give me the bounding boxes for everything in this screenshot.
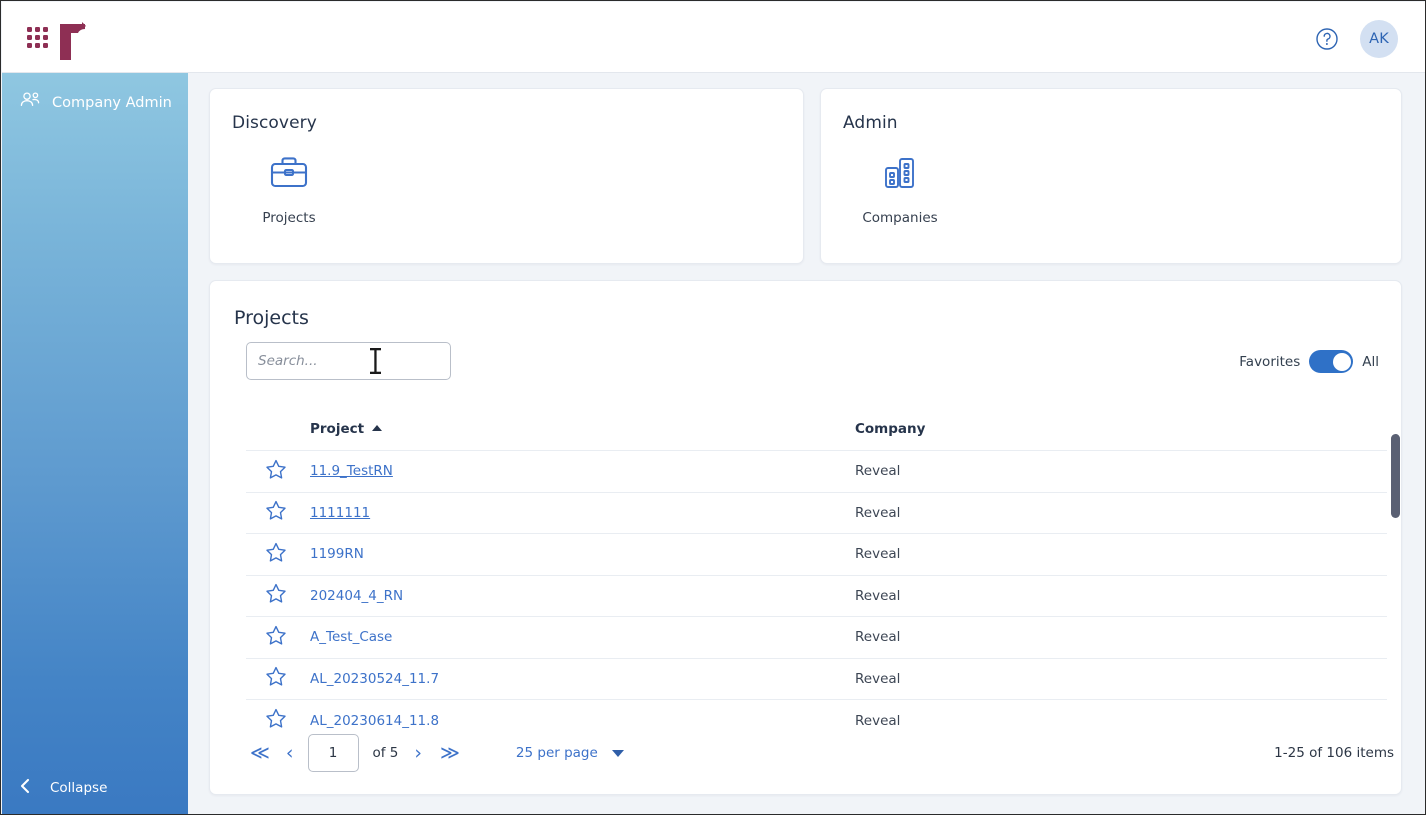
tile-projects-label: Projects: [262, 210, 316, 226]
project-name-cell: A_Test_Case: [310, 616, 855, 658]
project-name-cell: AL_20230524_11.7: [310, 657, 855, 700]
star-outline-icon[interactable]: [265, 459, 287, 484]
application-window: AK Company Admin Collapse Discovery Proj…: [0, 0, 1426, 815]
main-content: Discovery Projects Admin Companies Proje…: [188, 73, 1425, 814]
search-input[interactable]: [246, 342, 451, 380]
favorite-cell: [246, 491, 310, 534]
company-name-cell: Reveal: [855, 616, 1387, 658]
project-link[interactable]: AL_20230524_11.7: [310, 671, 439, 687]
project-link[interactable]: 1111111: [310, 505, 370, 521]
scrollbar-thumb[interactable]: [1391, 434, 1400, 518]
favorites-all-toggle-group: Favorites All: [1239, 350, 1379, 373]
per-page-label: 25 per page: [515, 745, 598, 761]
buildings-icon: [880, 153, 920, 197]
favorite-cell: [246, 657, 310, 700]
project-name-cell: 1199RN: [310, 533, 855, 575]
table-row: 1199RN Reveal: [246, 533, 1387, 575]
card-admin-title: Admin: [843, 113, 898, 133]
sidebar-item-label: Company Admin: [52, 95, 172, 111]
project-link[interactable]: 11.9_TestRN: [310, 463, 393, 479]
project-name-cell: 11.9_TestRN: [310, 450, 855, 492]
column-header-project-label: Project: [310, 421, 365, 437]
top-bar: AK: [2, 2, 1425, 73]
project-name-cell: 202404_4_RN: [310, 574, 855, 617]
toggle-label-favorites: Favorites: [1239, 353, 1301, 370]
toggle-label-all: All: [1362, 353, 1379, 370]
column-header-project[interactable]: Project: [310, 421, 855, 451]
page-title: Projects: [234, 307, 309, 329]
logo-glyph: [60, 22, 86, 60]
dashboard-card-row: Discovery Projects Admin Companies: [209, 88, 1402, 264]
search-row: Favorites All: [246, 342, 1401, 380]
company-name-cell: Reveal: [855, 574, 1387, 617]
column-header-company[interactable]: Company: [855, 421, 1387, 451]
tile-projects[interactable]: Projects: [230, 153, 348, 226]
project-link[interactable]: 202404_4_RN: [310, 588, 403, 604]
star-outline-icon[interactable]: [265, 542, 287, 567]
favorite-cell: [246, 616, 310, 658]
table-body: 11.9_TestRN Reveal 1111111 Reveal 1199RN Reve…: [246, 450, 1387, 741]
table-vertical-scrollbar[interactable]: [1391, 434, 1400, 721]
briefcase-icon: [268, 153, 310, 197]
page-number-value: 1: [328, 745, 338, 761]
project-name-cell: 1111111: [310, 491, 855, 534]
column-header-favorite: [246, 421, 310, 451]
chevron-left-icon[interactable]: ‹: [282, 743, 298, 763]
star-outline-icon[interactable]: [265, 625, 287, 650]
chevron-left-icon: [18, 777, 32, 799]
company-name-cell: Reveal: [855, 491, 1387, 534]
project-link[interactable]: A_Test_Case: [310, 629, 392, 645]
page-number-input[interactable]: 1: [307, 734, 359, 772]
sort-ascending-icon: [372, 425, 383, 431]
sidebar: Company Admin Collapse: [2, 73, 188, 814]
project-link[interactable]: AL_20230614_11.8: [310, 713, 439, 729]
page-total-label: of 5: [372, 745, 399, 761]
sidebar-collapse-label: Collapse: [50, 780, 108, 796]
sidebar-item-company-admin[interactable]: Company Admin: [2, 73, 188, 116]
star-outline-icon[interactable]: [265, 667, 287, 691]
star-outline-icon[interactable]: [265, 584, 287, 608]
pagination-bar: ≪ ‹ 1 of 5 › ≫ 25 per page 1-25 of 106 i…: [246, 734, 1394, 772]
help-circle-icon[interactable]: [1315, 27, 1339, 51]
favorite-cell: [246, 533, 310, 575]
card-admin: Admin Companies: [820, 88, 1402, 264]
table-row: 11.9_TestRN Reveal: [246, 450, 1387, 492]
projects-panel: Projects Favorites All: [209, 280, 1402, 795]
tile-companies-label: Companies: [862, 210, 938, 226]
favorite-cell: [246, 574, 310, 617]
favorite-cell: [246, 450, 310, 492]
reveal-r-logo[interactable]: [58, 18, 88, 60]
per-page-selector[interactable]: 25 per page: [516, 745, 624, 761]
card-discovery-title: Discovery: [232, 113, 317, 133]
table-row: AL_20230524_11.7 Reveal: [246, 657, 1387, 700]
card-discovery: Discovery Projects: [209, 88, 804, 264]
table-row: 1111111 Reveal: [246, 491, 1387, 534]
star-outline-icon[interactable]: [265, 501, 287, 525]
sidebar-collapse-button[interactable]: Collapse: [2, 777, 188, 799]
column-header-company-label: Company: [855, 421, 926, 437]
avatar-initials: AK: [1369, 31, 1389, 47]
items-count-label: 1-25 of 106 items: [1274, 745, 1394, 761]
apps-grid-icon[interactable]: [27, 27, 49, 49]
project-link[interactable]: 1199RN: [310, 546, 364, 562]
table-row: A_Test_Case Reveal: [246, 616, 1387, 658]
tile-companies[interactable]: Companies: [841, 153, 959, 226]
users-group-icon: [18, 90, 42, 116]
company-name-cell: Reveal: [855, 533, 1387, 575]
company-name-cell: Reveal: [855, 657, 1387, 700]
chevron-right-icon[interactable]: ›: [410, 743, 426, 763]
favorites-all-toggle[interactable]: [1309, 350, 1354, 373]
table-row: 202404_4_RN Reveal: [246, 574, 1387, 617]
table-head: Project Company: [246, 421, 1387, 451]
double-chevron-right-icon[interactable]: ≫: [436, 743, 464, 763]
projects-table-wrapper: Project Company 11.9_TestRN Reveal 1111111…: [246, 421, 1400, 741]
star-outline-icon[interactable]: [265, 708, 287, 733]
table-header-row: Project Company: [246, 421, 1387, 451]
company-name-cell: Reveal: [855, 450, 1387, 492]
user-avatar[interactable]: AK: [1360, 20, 1398, 58]
caret-down-icon: [611, 749, 624, 757]
projects-table: Project Company 11.9_TestRN Reveal 1111111…: [246, 421, 1387, 741]
double-chevron-left-icon[interactable]: ≪: [246, 743, 274, 763]
